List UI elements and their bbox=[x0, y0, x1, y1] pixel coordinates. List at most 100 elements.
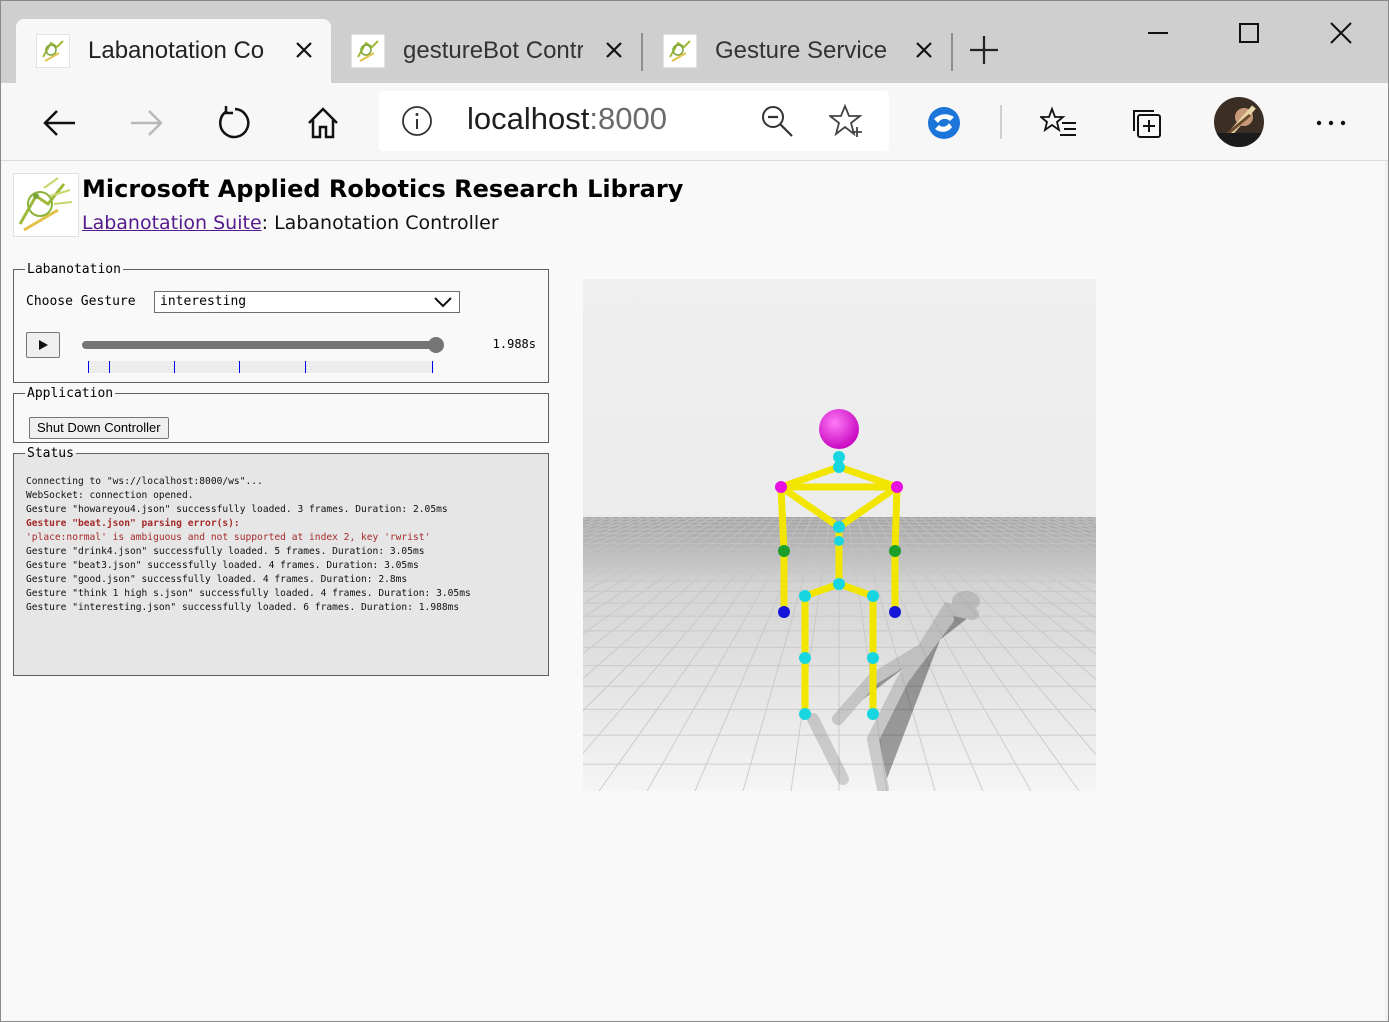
gesture-select[interactable]: interesting bbox=[154, 291, 460, 313]
labanotation-legend: Labanotation bbox=[27, 262, 121, 277]
play-icon bbox=[37, 336, 49, 355]
globe-extension-icon[interactable] bbox=[922, 101, 966, 145]
head bbox=[819, 409, 859, 449]
status-line: Gesture "interesting.json" successfully … bbox=[26, 602, 460, 613]
robotics-logo-icon bbox=[13, 173, 79, 237]
robot-hand-favicon-icon bbox=[351, 34, 385, 68]
url-text[interactable]: localhost:8000 bbox=[467, 101, 667, 137]
status-log: Connecting to "ws://localhost:8000/ws"..… bbox=[26, 475, 541, 615]
page-content: Microsoft Applied Robotics Research Libr… bbox=[1, 161, 1388, 1021]
joint bbox=[833, 521, 845, 533]
sky-background bbox=[583, 279, 1096, 519]
window-close-icon[interactable] bbox=[1321, 13, 1361, 53]
time-slider[interactable] bbox=[82, 337, 444, 353]
more-icon[interactable] bbox=[1309, 101, 1353, 145]
tab-title: Labanotation Co bbox=[88, 37, 265, 64]
home-icon[interactable] bbox=[301, 101, 345, 145]
keyframe-tick[interactable] bbox=[305, 361, 306, 373]
joint bbox=[867, 708, 879, 720]
status-legend: Status bbox=[27, 446, 74, 461]
skeleton-scene bbox=[1, 279, 1388, 795]
slider-track bbox=[82, 341, 434, 349]
browser-toolbar: localhost:8000 bbox=[1, 83, 1388, 161]
gesture-select-value: interesting bbox=[160, 294, 247, 309]
time-readout: 1.988s bbox=[492, 337, 536, 351]
refresh-icon[interactable] bbox=[213, 101, 257, 145]
joint bbox=[778, 545, 790, 557]
status-line: WebSocket: connection opened. bbox=[26, 490, 194, 501]
maximize-icon[interactable] bbox=[1229, 13, 1269, 53]
arrow-left-icon[interactable] bbox=[37, 101, 81, 145]
joint bbox=[867, 590, 879, 602]
url-host: localhost bbox=[467, 101, 590, 136]
slider-thumb[interactable] bbox=[428, 337, 444, 353]
robot-hand-favicon-icon bbox=[663, 34, 697, 68]
joint bbox=[799, 708, 811, 720]
status-line: Gesture "drink4.json" successfully loade… bbox=[26, 546, 425, 557]
joint bbox=[799, 652, 811, 664]
tab-strip: Labanotation Co gestureBot Contr Gesture… bbox=[1, 1, 1388, 83]
page-title: Microsoft Applied Robotics Research Libr… bbox=[82, 175, 684, 203]
close-tab-icon[interactable] bbox=[911, 37, 937, 63]
joint bbox=[778, 606, 790, 618]
profile-avatar[interactable] bbox=[1214, 97, 1264, 147]
star-add-icon[interactable] bbox=[827, 103, 865, 143]
chevron-down-icon bbox=[433, 294, 453, 314]
arrow-right-icon[interactable] bbox=[125, 101, 169, 145]
close-tab-icon[interactable] bbox=[291, 37, 317, 63]
joint bbox=[833, 461, 845, 473]
status-line: Gesture "good.json" successfully loaded.… bbox=[26, 574, 408, 585]
status-panel: Status Connecting to "ws://localhost:800… bbox=[13, 446, 549, 676]
joint bbox=[867, 652, 879, 664]
status-line: Gesture "howareyou4.json" successfully l… bbox=[26, 504, 448, 515]
joint bbox=[799, 590, 811, 602]
zoom-out-icon[interactable] bbox=[759, 103, 795, 143]
status-line: Gesture "beat3.json" successfully loaded… bbox=[26, 560, 419, 571]
status-line: Gesture "think 1 high s.json" successful… bbox=[26, 588, 471, 599]
joint bbox=[775, 481, 787, 493]
info-icon[interactable] bbox=[401, 105, 433, 141]
bone bbox=[891, 483, 901, 555]
joint bbox=[889, 606, 901, 618]
play-button[interactable] bbox=[26, 332, 60, 358]
keyframe-tick[interactable] bbox=[239, 361, 240, 373]
new-tab-plus-icon[interactable] bbox=[967, 33, 1001, 67]
shut-down-controller-button[interactable]: Shut Down Controller bbox=[29, 417, 169, 439]
choose-gesture-label: Choose Gesture bbox=[26, 294, 136, 309]
browser-window: Labanotation Co gestureBot Contr Gesture… bbox=[0, 0, 1389, 1022]
keyframe-tick[interactable] bbox=[432, 361, 433, 373]
tab-gesture-service[interactable]: Gesture Service bbox=[643, 19, 951, 83]
labanotation-suite-link[interactable]: Labanotation Suite bbox=[82, 212, 262, 234]
address-bar[interactable]: localhost:8000 bbox=[379, 91, 889, 151]
tab-divider bbox=[951, 33, 953, 71]
breadcrumb-suffix: : Labanotation Controller bbox=[261, 212, 499, 234]
scrollbar-edge bbox=[1385, 161, 1388, 1021]
close-tab-icon[interactable] bbox=[601, 37, 627, 63]
keyframe-tick[interactable] bbox=[88, 361, 89, 373]
tab-gesturebot[interactable]: gestureBot Contr bbox=[331, 19, 641, 83]
joint bbox=[891, 481, 903, 493]
joint bbox=[834, 536, 844, 546]
robot-hand-favicon-icon bbox=[36, 34, 70, 68]
application-legend: Application bbox=[27, 386, 114, 401]
bone bbox=[777, 483, 788, 555]
status-line: 'place:normal' is ambiguous and not supp… bbox=[26, 532, 431, 543]
minimize-icon[interactable] bbox=[1138, 13, 1178, 53]
toolbar-divider bbox=[1000, 105, 1002, 139]
keyframe-tick[interactable] bbox=[109, 361, 110, 373]
joint bbox=[833, 578, 845, 590]
favorites-list-icon[interactable] bbox=[1037, 101, 1081, 145]
skeleton-3d-viewport[interactable] bbox=[1, 279, 1388, 795]
status-line: Gesture "beat.json" parsing error(s): bbox=[26, 518, 240, 529]
tab-labanotation[interactable]: Labanotation Co bbox=[16, 19, 331, 83]
tab-title: Gesture Service bbox=[715, 37, 888, 64]
breadcrumb: Labanotation Suite: Labanotation Control… bbox=[82, 212, 499, 234]
tab-title: gestureBot Contr bbox=[403, 37, 583, 64]
url-port: :8000 bbox=[589, 101, 667, 136]
labanotation-panel: Labanotation Choose Gesture interesting … bbox=[13, 262, 549, 383]
collections-icon[interactable] bbox=[1126, 101, 1170, 145]
joint bbox=[889, 545, 901, 557]
status-line: Connecting to "ws://localhost:8000/ws"..… bbox=[26, 476, 263, 487]
keyframe-tick[interactable] bbox=[174, 361, 175, 373]
application-panel: Application Shut Down Controller bbox=[13, 386, 549, 443]
